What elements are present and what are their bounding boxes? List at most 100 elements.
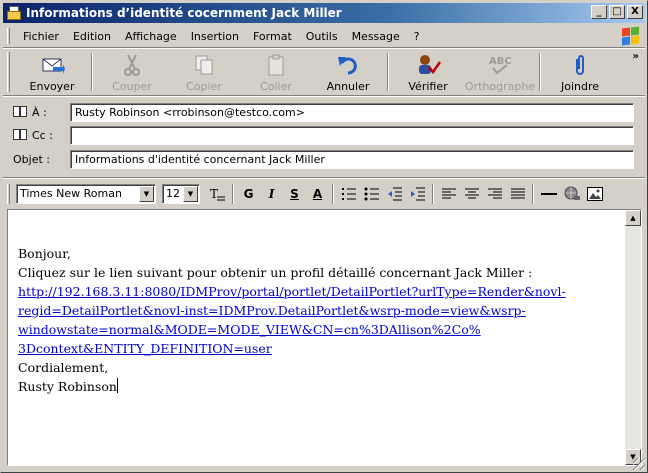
- menu-message[interactable]: Message: [345, 30, 407, 43]
- italic-button[interactable]: I: [260, 183, 283, 205]
- link-part-1[interactable]: http://192.168.3.11:8080/IDMProv/portal/…: [18, 284, 566, 299]
- format-grip[interactable]: [7, 184, 10, 204]
- check-names-button[interactable]: Vérifier: [392, 49, 464, 95]
- title-bar[interactable]: Informations d’identité cocernment Jack …: [3, 3, 645, 23]
- spelling-abc-icon: ABC: [487, 52, 513, 78]
- check-names-label: Vérifier: [408, 80, 448, 93]
- windows-logo-icon: [619, 26, 641, 46]
- window-title: Informations d’identité cocernment Jack …: [26, 6, 342, 20]
- menu-insertion[interactable]: Insertion: [184, 30, 246, 43]
- to-label-button[interactable]: À :: [3, 106, 69, 119]
- scissors-icon: [119, 52, 145, 78]
- paste-button[interactable]: Coller: [240, 49, 312, 95]
- font-family-select[interactable]: Times New Roman ▼: [16, 184, 156, 204]
- to-field[interactable]: Rusty Robinson <rrobinson@testco.com>: [70, 102, 634, 122]
- align-center-icon[interactable]: [460, 183, 483, 205]
- insert-picture-icon[interactable]: [583, 183, 606, 205]
- menu-grip[interactable]: [7, 28, 10, 44]
- dropdown-arrow-icon[interactable]: ▼: [183, 186, 198, 202]
- copy-button[interactable]: Copier: [168, 49, 240, 95]
- maximize-button[interactable]: □: [609, 5, 625, 19]
- message-body[interactable]: Bonjour, Cliquez sur le lien suivant pou…: [7, 209, 642, 466]
- numbered-list-icon[interactable]: [337, 183, 360, 205]
- toolbar-separator: [539, 53, 541, 91]
- fields-separator: [3, 177, 645, 179]
- clipboard-icon: [263, 52, 289, 78]
- toolbar-grip[interactable]: [7, 52, 10, 92]
- font-size-select[interactable]: 12 ▼: [162, 184, 200, 204]
- menu-format[interactable]: Format: [246, 30, 299, 43]
- vertical-scrollbar[interactable]: ▲ ▼: [625, 210, 641, 465]
- attach-button[interactable]: Joindre: [544, 49, 616, 95]
- spelling-label: Orthographe: [464, 80, 536, 93]
- undo-icon: [335, 52, 361, 78]
- cut-button[interactable]: Couper: [96, 49, 168, 95]
- mail-compose-icon: [6, 5, 22, 21]
- dropdown-arrow-icon[interactable]: ▼: [139, 186, 154, 202]
- font-color-button[interactable]: A: [306, 183, 329, 205]
- horizontal-line-icon[interactable]: [537, 183, 560, 205]
- increase-indent-icon[interactable]: [406, 183, 429, 205]
- bold-button[interactable]: G: [237, 183, 260, 205]
- toolbar-separator: [387, 53, 389, 91]
- send-label: Envoyer: [29, 80, 75, 93]
- decrease-indent-icon[interactable]: [383, 183, 406, 205]
- subject-label: Objet :: [13, 152, 50, 166]
- copy-icon: [191, 52, 217, 78]
- copy-label: Copier: [186, 80, 222, 93]
- to-row: À : Rusty Robinson <rrobinson@testco.com…: [3, 101, 645, 123]
- undo-button[interactable]: Annuler: [312, 49, 384, 95]
- send-icon: [39, 52, 65, 78]
- signature-text: Rusty Robinson: [18, 379, 117, 394]
- justify-icon[interactable]: [506, 183, 529, 205]
- send-button[interactable]: Envoyer: [16, 49, 88, 95]
- link-part-2[interactable]: regid=DetailPortlet&novl-inst=IDMProv.De…: [18, 303, 526, 318]
- greeting-line: Bonjour,: [18, 246, 71, 261]
- spelling-button[interactable]: ABC Orthographe: [464, 49, 536, 95]
- toolbar-more-chevron-icon[interactable]: »: [633, 51, 639, 62]
- hyperlink-globe-icon[interactable]: [560, 183, 583, 205]
- toolbar-separator: [91, 53, 93, 91]
- address-book-icon: [13, 129, 29, 141]
- align-left-icon[interactable]: [437, 183, 460, 205]
- style-icon[interactable]: T: [206, 183, 229, 205]
- format-separator: [432, 184, 434, 204]
- underline-button[interactable]: S: [283, 183, 306, 205]
- align-right-icon[interactable]: [483, 183, 506, 205]
- toolbar-separator-line: [3, 95, 645, 97]
- to-label: À :: [32, 105, 47, 119]
- subject-row: Objet : Informations d'identité concerna…: [3, 148, 645, 170]
- close-button[interactable]: X: [627, 5, 643, 19]
- scroll-up-arrow-icon[interactable]: ▲: [625, 210, 641, 226]
- cc-label-button[interactable]: Cc :: [3, 129, 69, 142]
- format-separator: [332, 184, 334, 204]
- attach-label: Joindre: [560, 80, 600, 93]
- menu-bar: Fichier Edition Affichage Insertion Form…: [3, 25, 645, 47]
- signature-line: Rusty Robinson: [18, 377, 608, 396]
- subject-field[interactable]: Informations d'identité concernant Jack …: [70, 149, 634, 169]
- cut-label: Couper: [112, 80, 152, 93]
- menu-outils[interactable]: Outils: [299, 30, 345, 43]
- undo-label: Annuler: [326, 80, 370, 93]
- profile-link[interactable]: http://192.168.3.11:8080/IDMProv/portal/…: [18, 282, 608, 358]
- link-part-4[interactable]: 3Dcontext&ENTITY_DEFINITION=user: [18, 341, 272, 356]
- svg-text:ABC: ABC: [489, 56, 512, 67]
- paste-label: Coller: [260, 80, 292, 93]
- bullet-list-icon[interactable]: [360, 183, 383, 205]
- cc-label: Cc :: [32, 128, 53, 142]
- address-book-icon: [13, 106, 29, 118]
- menu-help[interactable]: ?: [407, 30, 427, 43]
- message-text[interactable]: Bonjour, Cliquez sur le lien suivant pou…: [18, 244, 608, 396]
- menu-fichier[interactable]: Fichier: [16, 30, 66, 43]
- menu-edition[interactable]: Edition: [66, 30, 118, 43]
- resize-grip-icon[interactable]: [633, 458, 645, 470]
- minimize-button[interactable]: _: [591, 5, 607, 19]
- format-separator: [232, 184, 234, 204]
- font-size-value: 12: [166, 187, 180, 200]
- menu-affichage[interactable]: Affichage: [118, 30, 184, 43]
- compose-window: Informations d’identité cocernment Jack …: [0, 0, 648, 473]
- paperclip-icon: [567, 52, 593, 78]
- text-caret: [116, 378, 118, 393]
- link-part-3[interactable]: windowstate=normal&MODE=MODE_VIEW&CN=cn%…: [18, 322, 481, 337]
- cc-field[interactable]: [70, 125, 634, 145]
